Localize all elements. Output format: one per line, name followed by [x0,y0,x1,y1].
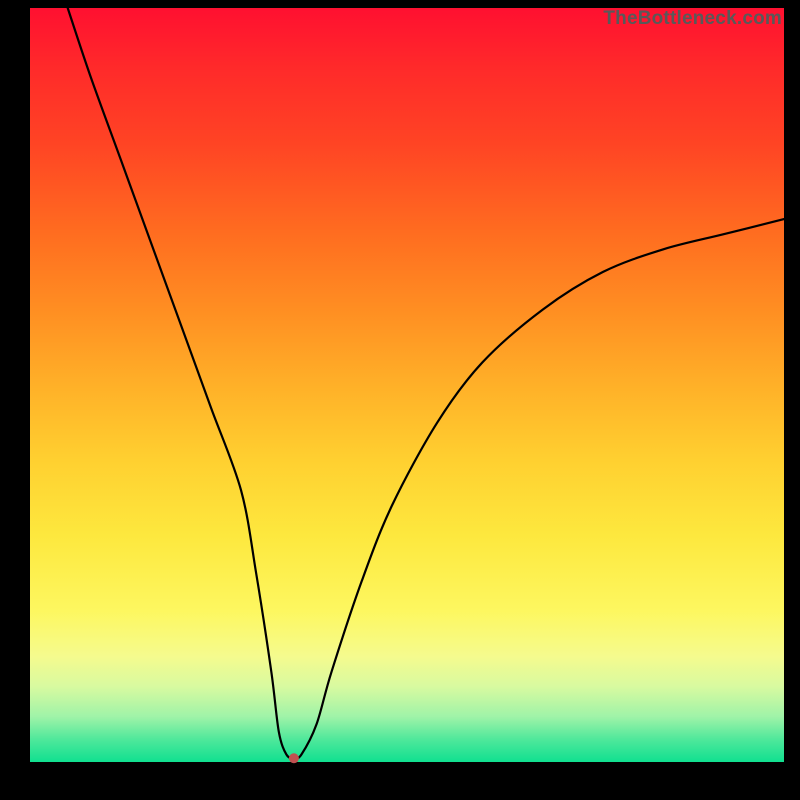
chart-container: TheBottleneck.com [0,0,800,800]
curve-svg [30,8,784,762]
minimum-marker [289,753,299,763]
watermark-text: TheBottleneck.com [603,8,782,30]
plot-area [30,8,784,762]
bottleneck-curve [68,8,784,758]
